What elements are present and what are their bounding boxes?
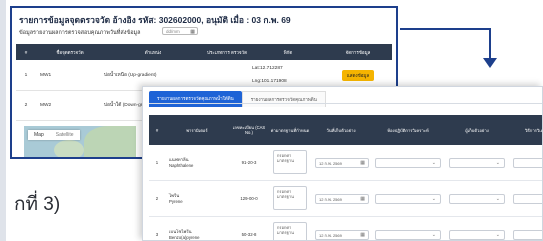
col-laboratory: ห้องปฏิบัติการวิเคราะห์: [387, 127, 429, 133]
chevron-down-icon: ⌄: [431, 160, 436, 166]
col-coordinates: พิกัด: [283, 49, 293, 55]
left-edge-strip: [0, 0, 6, 241]
calendar-icon: ▦: [360, 232, 365, 238]
col-actions: จัดการข้อมูล: [345, 49, 371, 55]
method-select[interactable]: [513, 194, 542, 204]
sample-date-input[interactable]: 12 ก.พ. 2569 ▦: [315, 194, 369, 204]
map-view[interactable]: Map Satellite: [24, 126, 136, 157]
map-land: [84, 126, 136, 157]
row-number: 1: [155, 159, 159, 165]
row-parameter: ไพรีน Pyrene: [169, 181, 229, 216]
connector-arrow-line: [489, 28, 491, 58]
method-select[interactable]: [513, 230, 542, 240]
row-number: 3: [155, 231, 159, 237]
back-date-input[interactable]: dd/mm ▦: [162, 27, 198, 35]
col-location: ตำแหน่ง: [144, 49, 162, 55]
parameter-name-en: Benzo(a)pyrene: [169, 234, 200, 240]
row-parameter: แนฟทาลีน Naphthalene: [169, 145, 229, 180]
map-type-tabs: Map Satellite: [28, 130, 80, 140]
tab-soil-report[interactable]: รายงานผลการตรวจวัดคุณภาพดิน: [241, 91, 326, 107]
col-measure-type: ประเภทการ ตรวจวัด: [206, 49, 248, 55]
row-parameter: เบนโซไพรีน Benzo(a)pyrene: [169, 217, 229, 240]
sampler-select[interactable]: ⌄: [449, 158, 505, 168]
map-tab-map[interactable]: Map: [28, 130, 50, 140]
map-land: [54, 140, 84, 157]
back-table-header: # ชื่อจุดตรวจวัด ตำแหน่ง ประเภทการ ตรวจว…: [16, 44, 392, 60]
chevron-down-icon: ⌄: [495, 160, 500, 166]
arrow-down-icon: [483, 58, 497, 68]
calendar-icon: ▦: [360, 160, 365, 166]
back-window-subtitle: ข้อมูลรายงานผลการตรวจสอบคุณภาพวันที่ส่งข…: [19, 30, 141, 36]
connector-arrow-line: [400, 28, 491, 30]
table-row: 3 เบนโซไพรีน Benzo(a)pyrene 50-32-8 กรอก…: [149, 217, 542, 240]
chevron-down-icon: ⌄: [431, 196, 436, 202]
front-window: รายงานผลการตรวจวัดคุณภาพน้ำใต้ดิน รายงาน…: [142, 86, 543, 241]
standard-value-input[interactable]: กรอกค่ามาตรฐาน: [273, 222, 307, 240]
row-cas-number: 129-00-0: [240, 195, 258, 201]
latitude: Lat:12.712287: [252, 66, 283, 71]
col-number: #: [155, 127, 159, 133]
map-tab-satellite[interactable]: Satellite: [50, 130, 80, 140]
sampler-select[interactable]: ⌄: [449, 230, 505, 240]
longitude: Lng:101.171908: [252, 79, 287, 84]
sample-date-input[interactable]: 12 ก.พ. 2569 ▦: [315, 158, 369, 168]
col-cas-no: เลขทะเบียน (CAS No.): [232, 125, 266, 135]
table-row: 2 ไพรีน Pyrene 129-00-0 กรอกค่ามาตรฐาน 1…: [149, 181, 542, 217]
standard-value-input[interactable]: กรอกค่ามาตรฐาน: [273, 186, 307, 210]
laboratory-select[interactable]: ⌄: [375, 230, 441, 240]
col-sample-date: วันที่เก็บตัวอย่าง: [326, 127, 356, 133]
sample-date-value: 12 ก.พ. 2569: [319, 197, 342, 202]
table-row: 1 แนฟทาลีน Naphthalene 91-20-3 กรอกค่ามา…: [149, 145, 542, 181]
front-table-header: # พารามิเตอร์ เลขทะเบียน (CAS No.) ค่ามา…: [149, 115, 542, 145]
tab-groundwater-report[interactable]: รายงานผลการตรวจวัดคุณภาพน้ำใต้ดิน: [149, 91, 242, 107]
chevron-down-icon: ⌄: [431, 232, 436, 238]
row-number: 1: [24, 72, 28, 78]
calendar-icon: ▦: [190, 29, 195, 35]
back-window-title: รายการข้อมูลจุดตรวจวัด อ้างอิง รหัส: 302…: [19, 15, 291, 25]
col-method: วิธีการวิเคราะห์: [524, 127, 542, 133]
date-placeholder: dd/mm: [166, 29, 180, 34]
chevron-down-icon: ⌄: [495, 232, 500, 238]
parameter-name-en: Naphthalene: [169, 162, 194, 168]
row-code: MW1: [40, 72, 52, 78]
sampler-select[interactable]: ⌄: [449, 194, 505, 204]
background-caption: กที่ 3): [14, 194, 61, 215]
row-number: 2: [24, 102, 28, 108]
laboratory-select[interactable]: ⌄: [375, 158, 441, 168]
report-tabs: รายงานผลการตรวจวัดคุณภาพน้ำใต้ดิน รายงาน…: [149, 91, 326, 107]
col-parameter: พารามิเตอร์: [186, 127, 208, 133]
method-select[interactable]: [513, 158, 542, 168]
row-number: 2: [155, 195, 159, 201]
row-cas-number: 50-32-8: [241, 231, 257, 237]
row-cas-number: 91-20-3: [241, 159, 257, 165]
col-number: #: [24, 49, 28, 55]
col-point-name: ชื่อจุดตรวจวัด: [56, 49, 84, 55]
sample-date-input[interactable]: 12 ก.พ. 2569 ▦: [315, 230, 369, 240]
parameter-name-en: Pyrene: [169, 198, 183, 204]
show-data-button[interactable]: แสดงข้อมูล: [341, 69, 375, 81]
sample-date-value: 12 ก.พ. 2569: [319, 233, 342, 238]
col-sampler: ผู้เก็บตัวอย่าง: [465, 127, 489, 133]
calendar-icon: ▦: [360, 196, 365, 202]
tab-divider: [149, 103, 542, 104]
col-standard-value: ค่ามาตรฐานที่กำหนด: [270, 127, 310, 133]
standard-value-input[interactable]: กรอกค่ามาตรฐาน: [273, 150, 307, 174]
sample-date-value: 12 ก.พ. 2569: [319, 161, 342, 166]
row-code: MW2: [40, 102, 52, 108]
chevron-down-icon: ⌄: [495, 196, 500, 202]
laboratory-select[interactable]: ⌄: [375, 194, 441, 204]
